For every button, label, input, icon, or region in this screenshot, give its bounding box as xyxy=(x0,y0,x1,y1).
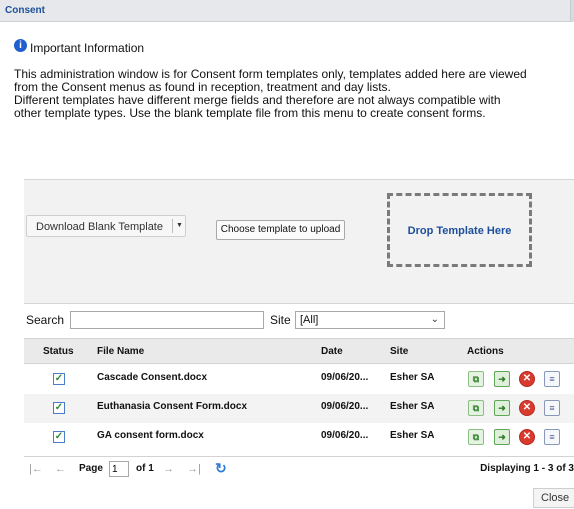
filter-row: Search Site [All] ⌄ xyxy=(0,305,574,333)
view-icon[interactable]: ≡ xyxy=(544,371,560,387)
status-checkbox[interactable]: ✓ xyxy=(53,373,65,385)
export-icon[interactable]: ➜ xyxy=(494,400,510,416)
window-titlebar: Consent xyxy=(0,0,574,22)
info-line: other template types. Use the blank temp… xyxy=(14,106,486,120)
export-icon[interactable]: ➜ xyxy=(494,429,510,445)
view-icon[interactable]: ≡ xyxy=(544,429,560,445)
first-page-icon[interactable]: |← xyxy=(29,463,43,475)
refresh-icon[interactable]: ↻ xyxy=(215,460,227,477)
export-icon[interactable]: ➜ xyxy=(494,371,510,387)
column-header-file-name[interactable]: File Name xyxy=(97,346,144,357)
search-input[interactable] xyxy=(70,311,264,329)
upload-panel: Download Blank Template ▼ Choose templat… xyxy=(24,179,574,304)
search-label: Search xyxy=(26,313,65,327)
last-page-icon[interactable]: →| xyxy=(187,463,201,475)
download-blank-template-label: Download Blank Template xyxy=(36,221,163,233)
download-blank-template-button[interactable]: Download Blank Template ▼ xyxy=(26,215,186,237)
chevron-down-icon: ⌄ xyxy=(430,314,439,325)
site-cell: Esher SA xyxy=(390,430,435,441)
status-checkbox[interactable]: ✓ xyxy=(53,402,65,414)
site-cell: Esher SA xyxy=(390,372,435,383)
date-cell: 09/06/20... xyxy=(321,372,369,383)
grid-header: Status File Name Date Site Actions xyxy=(24,338,574,364)
file-name-cell: Euthanasia Consent Form.docx xyxy=(97,401,248,412)
page-number-input[interactable] xyxy=(109,461,129,477)
table-row[interactable]: ✓ GA consent form.docx 09/06/20... Esher… xyxy=(24,423,574,452)
column-header-actions: Actions xyxy=(467,346,504,357)
file-name-cell: Cascade Consent.docx xyxy=(97,372,208,383)
copy-icon[interactable]: ⧉ xyxy=(468,429,484,445)
delete-icon[interactable]: ✕ xyxy=(519,400,535,416)
info-text: This administration window is for Consen… xyxy=(14,68,574,120)
split-separator xyxy=(172,219,173,233)
date-cell: 09/06/20... xyxy=(321,430,369,441)
paging-display-text: Displaying 1 - 3 of 3 xyxy=(480,463,574,474)
next-page-icon[interactable]: → xyxy=(163,463,174,475)
titlebar-edge xyxy=(570,0,574,22)
view-icon[interactable]: ≡ xyxy=(544,400,560,416)
delete-icon[interactable]: ✕ xyxy=(519,371,535,387)
column-header-site[interactable]: Site xyxy=(390,346,408,357)
column-header-date[interactable]: Date xyxy=(321,346,343,357)
table-row[interactable]: ✓ Euthanasia Consent Form.docx 09/06/20.… xyxy=(24,394,574,423)
drop-template-zone[interactable]: Drop Template Here xyxy=(387,193,532,267)
copy-icon[interactable]: ⧉ xyxy=(468,400,484,416)
site-label: Site xyxy=(270,313,291,327)
page-label: Page xyxy=(79,463,103,474)
info-icon: i xyxy=(14,39,27,52)
file-name-cell: GA consent form.docx xyxy=(97,430,204,441)
page-count-label: of 1 xyxy=(136,463,154,474)
table-row[interactable]: ✓ Cascade Consent.docx 09/06/20... Esher… xyxy=(24,365,574,394)
caret-down-icon[interactable]: ▼ xyxy=(174,218,185,234)
site-cell: Esher SA xyxy=(390,401,435,412)
site-select[interactable]: [All] ⌄ xyxy=(295,311,445,329)
delete-icon[interactable]: ✕ xyxy=(519,429,535,445)
copy-icon[interactable]: ⧉ xyxy=(468,371,484,387)
previous-page-icon[interactable]: ← xyxy=(55,463,66,475)
date-cell: 09/06/20... xyxy=(321,401,369,412)
drop-template-label: Drop Template Here xyxy=(407,225,512,237)
choose-template-button[interactable]: Choose template to upload xyxy=(216,220,345,240)
close-button[interactable]: Close xyxy=(533,488,574,508)
template-grid: ✓ Cascade Consent.docx 09/06/20... Esher… xyxy=(24,365,574,452)
column-header-status[interactable]: Status xyxy=(43,346,74,357)
paging-toolbar: |← ← Page of 1 → →| ↻ Displaying 1 - 3 o… xyxy=(24,456,574,480)
status-checkbox[interactable]: ✓ xyxy=(53,431,65,443)
info-heading: Important Information xyxy=(30,41,145,55)
site-selected-value: [All] xyxy=(300,314,319,326)
window-title: Consent xyxy=(5,5,45,16)
